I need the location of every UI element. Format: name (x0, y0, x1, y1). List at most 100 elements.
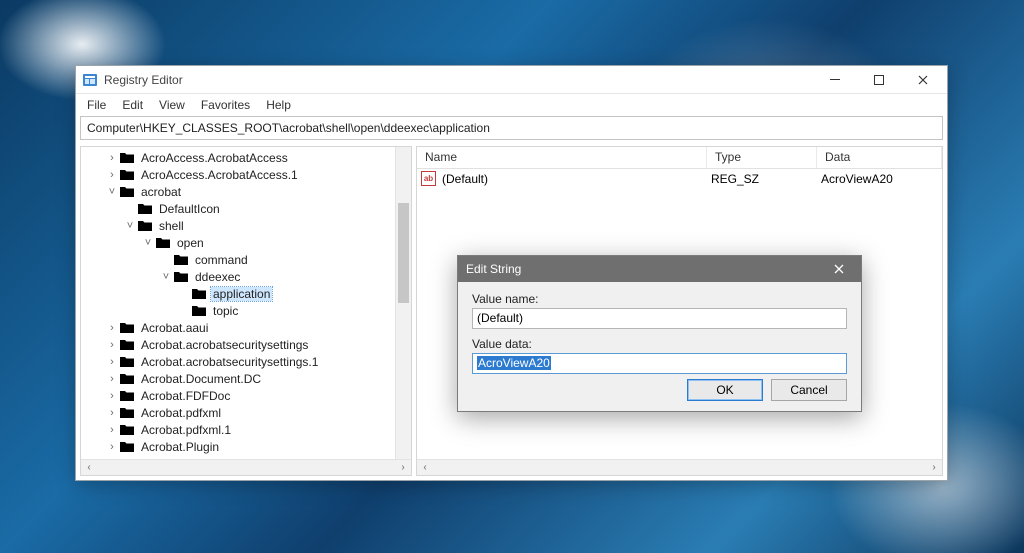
tree-item-label: ddeexec (193, 270, 242, 284)
edit-string-dialog: Edit String Value name: (Default) Value … (457, 255, 862, 412)
tree-item[interactable]: ›AcroAccess.AcrobatAccess.1 (87, 166, 411, 183)
tree-item-label: Acrobat.Plugin (139, 440, 221, 454)
expand-collapse-toggle[interactable]: · (177, 288, 191, 300)
column-header-name[interactable]: Name (417, 147, 707, 168)
close-button[interactable] (901, 66, 945, 94)
tree-item[interactable]: ˅ open (87, 234, 411, 251)
tree-item[interactable]: › AcroAccess.AcrobatAccess (87, 149, 411, 166)
tree-item-label: application (211, 287, 272, 301)
folder-icon (137, 219, 153, 232)
folder-icon (191, 304, 207, 317)
scroll-left-icon[interactable]: ‹ (81, 460, 97, 476)
folder-icon (191, 287, 207, 300)
expand-collapse-toggle[interactable]: · (123, 203, 137, 215)
scroll-left-icon[interactable]: ‹ (417, 460, 433, 476)
ok-button[interactable]: OK (687, 379, 763, 401)
expand-collapse-toggle[interactable]: › (105, 390, 119, 402)
expand-collapse-toggle[interactable]: › (105, 152, 119, 164)
tree-item-label: Acrobat.FDFDoc (139, 389, 232, 403)
tree-item[interactable]: › Acrobat.FDFDoc (87, 387, 411, 404)
folder-icon (119, 338, 135, 351)
tree-item[interactable]: › Acrobat.aaui (87, 319, 411, 336)
tree-item[interactable]: · application (87, 285, 411, 302)
scroll-right-icon[interactable]: › (926, 460, 942, 476)
tree-item[interactable]: › Acrobat.Plugin (87, 438, 411, 455)
tree-item-label: DefaultIcon (157, 202, 222, 216)
expand-collapse-toggle[interactable]: · (159, 254, 173, 266)
dialog-title-text: Edit String (466, 262, 521, 276)
expand-collapse-toggle[interactable]: › (105, 441, 119, 453)
values-header: Name Type Data (417, 147, 942, 169)
menu-file[interactable]: File (80, 97, 113, 113)
tree-item[interactable]: · DefaultIcon (87, 200, 411, 217)
titlebar[interactable]: Registry Editor (76, 66, 947, 94)
menu-help[interactable]: Help (259, 97, 298, 113)
column-header-data[interactable]: Data (817, 147, 942, 168)
expand-collapse-toggle[interactable]: › (105, 322, 119, 334)
tree-item[interactable]: · command (87, 251, 411, 268)
tree-item[interactable]: ˅shell (87, 217, 411, 234)
expand-collapse-toggle[interactable]: › (105, 169, 119, 181)
expand-collapse-toggle[interactable]: › (105, 373, 119, 385)
tree-item[interactable]: ›Acrobat.pdfxml.1 (87, 421, 411, 438)
tree-item-label: Acrobat.aaui (139, 321, 210, 335)
tree-item[interactable]: ›Acrobat.Document.DC (87, 370, 411, 387)
expand-collapse-toggle[interactable]: › (105, 407, 119, 419)
window-title: Registry Editor (104, 73, 813, 87)
value-name: (Default) (442, 172, 488, 186)
tree-item-label: Acrobat.acrobatsecuritysettings (139, 338, 310, 352)
folder-icon (119, 372, 135, 385)
maximize-button[interactable] (857, 66, 901, 94)
address-bar-text: Computer\HKEY_CLASSES_ROOT\acrobat\shell… (87, 121, 490, 135)
menu-view[interactable]: View (152, 97, 192, 113)
tree-pane: › AcroAccess.AcrobatAccess›AcroAccess.Acr… (80, 146, 412, 476)
tree-item[interactable]: ˅acrobat (87, 183, 411, 200)
tree-item[interactable]: ›Acrobat.acrobatsecuritysettings.1 (87, 353, 411, 370)
tree-item-label: topic (211, 304, 240, 318)
menu-favorites[interactable]: Favorites (194, 97, 257, 113)
dialog-close-button[interactable] (825, 259, 853, 279)
tree-scrollbar-horizontal[interactable]: ‹ › (81, 459, 411, 475)
tree-scrollbar-vertical[interactable] (395, 147, 411, 459)
dialog-titlebar[interactable]: Edit String (458, 256, 861, 282)
expand-collapse-toggle[interactable]: › (105, 424, 119, 436)
value-name-label: Value name: (472, 292, 847, 306)
minimize-button[interactable] (813, 66, 857, 94)
value-data-input[interactable]: AcroViewA20 (472, 353, 847, 374)
values-scrollbar-horizontal[interactable]: ‹ › (417, 459, 942, 475)
expand-collapse-toggle[interactable]: ˅ (159, 271, 173, 283)
menu-edit[interactable]: Edit (115, 97, 150, 113)
cancel-button[interactable]: Cancel (771, 379, 847, 401)
value-name-input[interactable]: (Default) (472, 308, 847, 329)
expand-collapse-toggle[interactable]: ˅ (105, 186, 119, 198)
address-bar[interactable]: Computer\HKEY_CLASSES_ROOT\acrobat\shell… (80, 116, 943, 140)
registry-tree[interactable]: › AcroAccess.AcrobatAccess›AcroAccess.Acr… (81, 147, 411, 472)
folder-icon (119, 321, 135, 334)
values-list[interactable]: ab (Default) REG_SZ AcroViewA20 (417, 169, 942, 188)
tree-item[interactable]: › Acrobat.pdfxml (87, 404, 411, 421)
app-icon (82, 72, 98, 88)
tree-item-label: open (175, 236, 206, 250)
folder-icon (155, 236, 171, 249)
close-icon (834, 264, 844, 274)
tree-item-label: command (193, 253, 250, 267)
tree-item-label: Acrobat.pdfxml (139, 406, 223, 420)
expand-collapse-toggle[interactable]: › (105, 339, 119, 351)
expand-collapse-toggle[interactable]: ˅ (141, 237, 155, 249)
tree-item[interactable]: › Acrobat.acrobatsecuritysettings (87, 336, 411, 353)
expand-collapse-toggle[interactable]: · (177, 305, 191, 317)
tree-item[interactable]: · topic (87, 302, 411, 319)
close-icon (918, 75, 928, 85)
folder-icon (119, 440, 135, 453)
folder-icon (119, 185, 135, 198)
tree-item[interactable]: ˅ ddeexec (87, 268, 411, 285)
expand-collapse-toggle[interactable]: › (105, 356, 119, 368)
scroll-right-icon[interactable]: › (395, 460, 411, 476)
tree-item-label: AcroAccess.AcrobatAccess (139, 151, 290, 165)
list-row[interactable]: ab (Default) REG_SZ AcroViewA20 (417, 169, 942, 188)
expand-collapse-toggle[interactable]: ˅ (123, 220, 137, 232)
value-data-label: Value data: (472, 337, 847, 351)
folder-icon (119, 406, 135, 419)
column-header-type[interactable]: Type (707, 147, 817, 168)
tree-scrollbar-thumb[interactable] (398, 203, 409, 303)
